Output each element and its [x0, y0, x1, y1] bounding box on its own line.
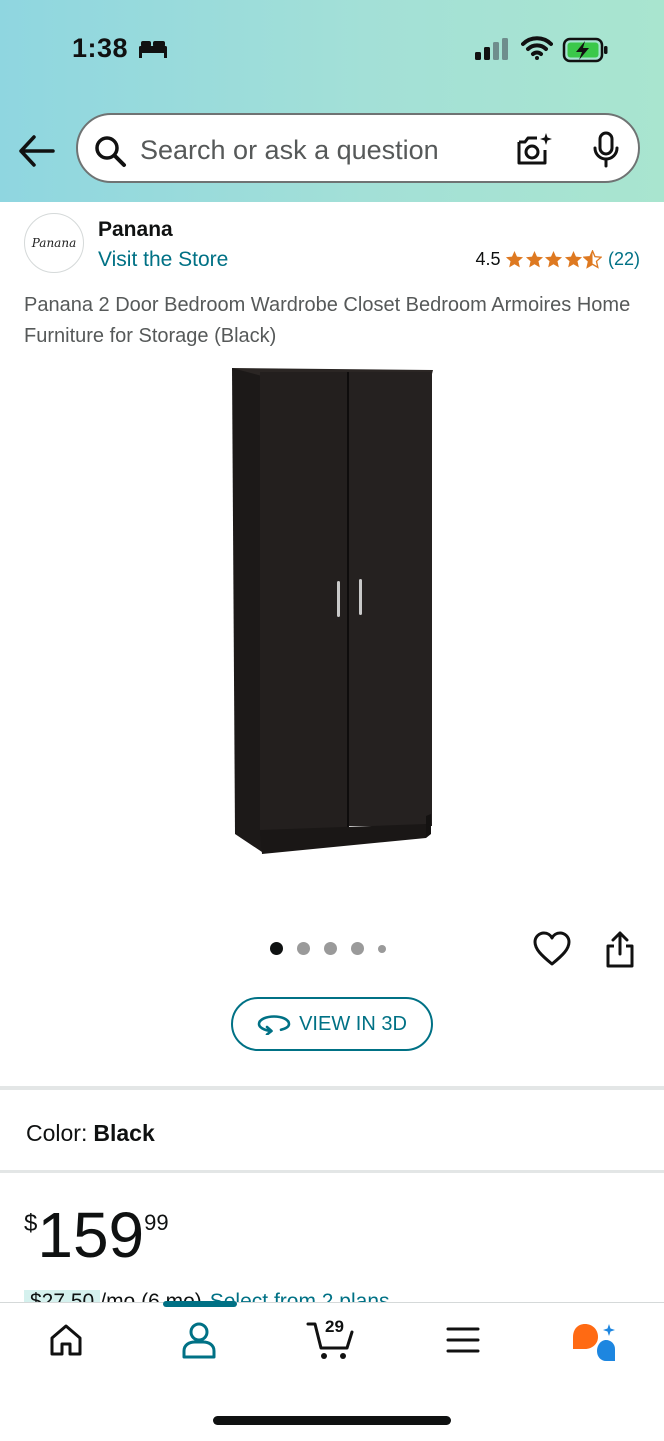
star-icon: [506, 250, 524, 268]
battery-charging-icon: [562, 37, 608, 63]
microphone-icon[interactable]: [593, 131, 619, 169]
camera-lens-icon[interactable]: [515, 132, 553, 168]
half-star-icon: [583, 250, 603, 269]
section-divider: [0, 1170, 664, 1173]
status-time: 1:38: [72, 33, 129, 63]
price-whole: 159: [37, 1199, 145, 1271]
menu-icon[interactable]: [446, 1326, 480, 1354]
view-in-3d-button[interactable]: VIEW IN 3D: [231, 997, 433, 1051]
star-rating: [505, 250, 603, 269]
store-name: Panana: [98, 218, 173, 241]
rotate-3d-icon: [257, 1015, 291, 1035]
color-value: Black: [93, 1120, 155, 1146]
search-input[interactable]: Search or ask a question: [140, 135, 439, 166]
home-indicator: [213, 1416, 451, 1425]
sleep-focus-icon: [139, 41, 167, 58]
cellular-signal-icon: [475, 38, 508, 60]
search-bar[interactable]: Search or ask a question: [76, 113, 640, 183]
pagination-dot[interactable]: [351, 942, 364, 955]
share-icon[interactable]: [604, 930, 636, 970]
rating-count[interactable]: (22): [608, 249, 640, 270]
wifi-icon: [521, 36, 553, 60]
price: $ 159 99: [24, 1200, 169, 1270]
home-icon[interactable]: [48, 1322, 84, 1358]
section-divider: [0, 1086, 664, 1090]
pagination-dot[interactable]: [324, 942, 337, 955]
back-arrow-icon[interactable]: [18, 134, 56, 168]
price-fraction: 99: [144, 1210, 169, 1235]
pagination-dot-active[interactable]: [270, 942, 283, 955]
store-logo[interactable]: Panana: [24, 213, 84, 273]
active-tab-indicator: [163, 1301, 237, 1307]
heart-icon[interactable]: [533, 931, 571, 967]
color-selection: Color: Black: [26, 1120, 155, 1147]
star-icon: [525, 250, 544, 268]
product-title: Panana 2 Door Bedroom Wardrobe Closet Be…: [24, 294, 631, 347]
cart-count-badge: 29: [325, 1317, 344, 1336]
view-in-3d-label: VIEW IN 3D: [299, 1012, 407, 1035]
account-icon[interactable]: [179, 1320, 219, 1360]
star-icon: [564, 250, 583, 268]
pagination-dot[interactable]: [297, 942, 310, 955]
app-header: 1:38 Search or ask a question: [0, 0, 664, 202]
search-icon: [95, 136, 126, 167]
price-currency: $: [24, 1210, 38, 1237]
image-pagination: [270, 942, 400, 955]
rating-summary[interactable]: 4.5 (22): [475, 249, 640, 270]
pagination-dot[interactable]: [378, 944, 386, 953]
visit-store-link[interactable]: Visit the Store: [98, 248, 228, 272]
star-icon: [545, 250, 563, 268]
rating-value: 4.5: [475, 249, 501, 269]
product-image[interactable]: [226, 364, 440, 858]
color-label: Color:: [26, 1120, 88, 1146]
store-logo-text: Panana: [31, 236, 77, 250]
rufus-assistant-icon[interactable]: [570, 1322, 618, 1364]
